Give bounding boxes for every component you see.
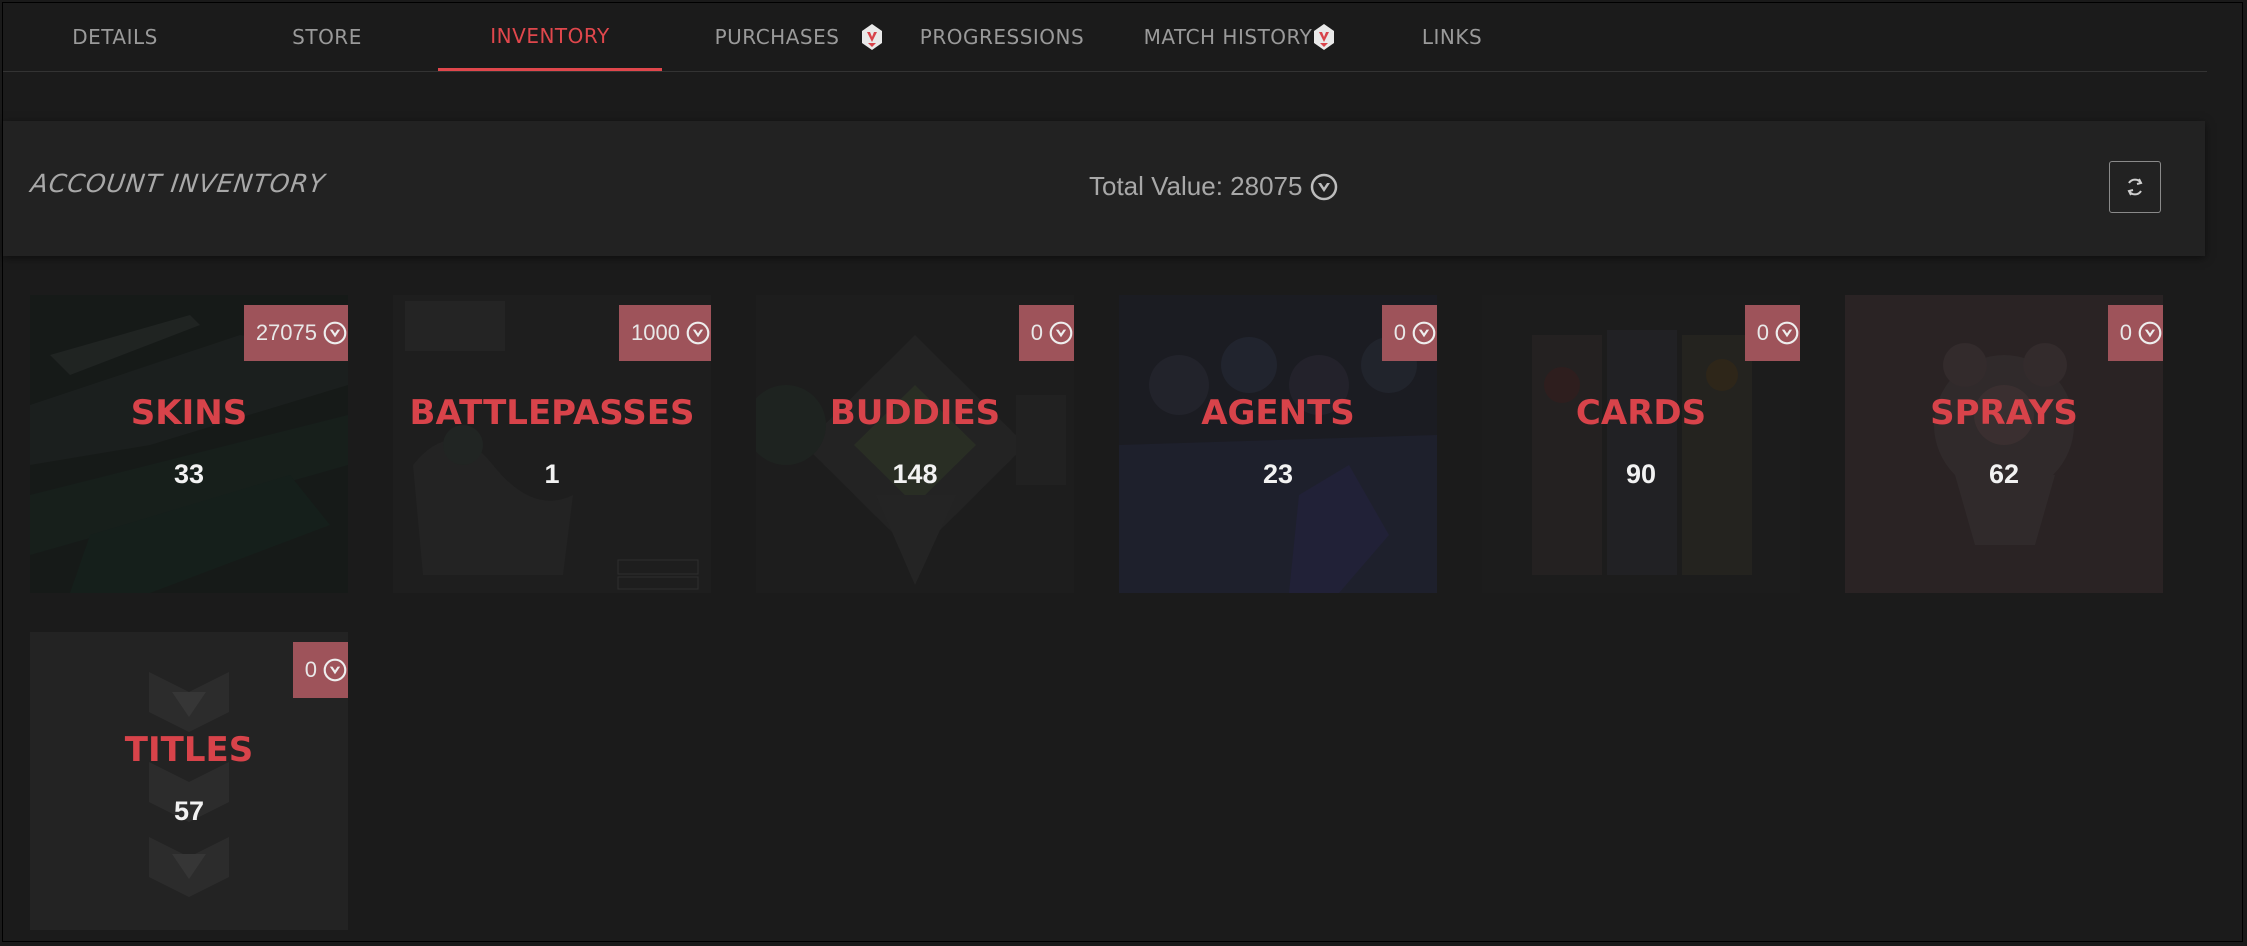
value-text: 0	[1393, 320, 1406, 345]
value-text: 0	[1756, 320, 1769, 345]
tab-label: STORE	[292, 25, 362, 49]
tab-links[interactable]: LINKS	[1340, 3, 1564, 71]
valorant-points-icon	[1412, 321, 1436, 345]
valorant-points-icon	[686, 321, 710, 345]
tab-label: PURCHASES	[714, 25, 840, 49]
category-count: 1	[544, 459, 560, 489]
refresh-button[interactable]	[2109, 161, 2161, 213]
valorant-points-icon	[1311, 173, 1338, 200]
app-frame: DETAILS STORE INVENTORY PURCHASES PROGRE…	[2, 2, 2243, 942]
tab-label: INVENTORY	[490, 23, 610, 48]
tab-label: PROGRESSIONS	[919, 25, 1085, 49]
tab-progressions[interactable]: PROGRESSIONS	[890, 3, 1114, 71]
tab-inventory[interactable]: INVENTORY	[438, 3, 662, 71]
inventory-card-skins[interactable]: 27075 SKINS 33	[30, 295, 348, 593]
value-badge: 0	[1018, 305, 1074, 361]
tab-details[interactable]: DETAILS	[3, 3, 227, 71]
value-text: 0	[2119, 320, 2132, 345]
category-label: BATTLEPASSES	[409, 393, 695, 433]
inventory-card-cards[interactable]: 0 CARDS 90	[1482, 295, 1800, 593]
page-title: ACCOUNT INVENTORY	[28, 169, 328, 198]
tab-bar: DETAILS STORE INVENTORY PURCHASES PROGRE…	[3, 3, 2207, 72]
inventory-card-battlepasses[interactable]: 1000 BATTLEPASSES 1	[393, 295, 711, 593]
category-label: SPRAYS	[1930, 393, 2078, 433]
value-badge: 27075	[243, 305, 348, 361]
tab-purchases[interactable]: PURCHASES	[665, 3, 889, 71]
value-badge: 0	[292, 642, 348, 698]
inventory-card-sprays[interactable]: 0 SPRAYS 62	[1845, 295, 2163, 593]
tab-label: DETAILS	[72, 25, 158, 49]
category-count: 62	[1988, 459, 2020, 489]
tab-label: LINKS	[1421, 25, 1483, 49]
value-text: 0	[1030, 320, 1043, 345]
valorant-points-icon	[323, 321, 347, 345]
inventory-card-buddies[interactable]: 0 BUDDIES 148	[756, 295, 1074, 593]
category-count: 23	[1262, 459, 1294, 489]
value-text: 1000	[631, 320, 680, 345]
valorant-icon	[862, 24, 882, 50]
category-label: CARDS	[1575, 393, 1707, 433]
category-label: TITLES	[124, 730, 254, 770]
valorant-points-icon	[323, 658, 347, 682]
inventory-card-titles[interactable]: 0 TITLES 57	[30, 632, 348, 930]
value-text: 27075	[255, 320, 317, 345]
value-badge: 0	[1381, 305, 1437, 361]
inventory-header: ACCOUNT INVENTORY Total Value: 28075	[3, 121, 2205, 256]
value-badge: 1000	[619, 305, 711, 361]
refresh-icon	[2127, 178, 2143, 196]
tab-match-history[interactable]: MATCH HISTORY	[1116, 3, 1340, 71]
category-count: 57	[173, 796, 205, 826]
total-value: Total Value: 28075	[1089, 171, 1338, 202]
category-count: 148	[892, 459, 938, 489]
valorant-icon	[1314, 24, 1334, 50]
value-text: 0	[304, 657, 317, 682]
category-label: BUDDIES	[829, 393, 1001, 433]
valorant-points-icon	[1775, 321, 1799, 345]
value-badge: 0	[2107, 305, 2163, 361]
category-label: SKINS	[130, 393, 248, 433]
tab-label: MATCH HISTORY	[1143, 25, 1313, 49]
valorant-points-icon	[2138, 321, 2162, 345]
inventory-card-agents[interactable]: 0 AGENTS 23	[1119, 295, 1437, 593]
tab-store[interactable]: STORE	[215, 3, 439, 71]
valorant-points-icon	[1049, 321, 1073, 345]
category-count: 90	[1625, 459, 1657, 489]
total-value-text: Total Value: 28075	[1089, 171, 1303, 201]
category-count: 33	[173, 459, 205, 489]
value-badge: 0	[1744, 305, 1800, 361]
category-label: AGENTS	[1201, 393, 1355, 433]
